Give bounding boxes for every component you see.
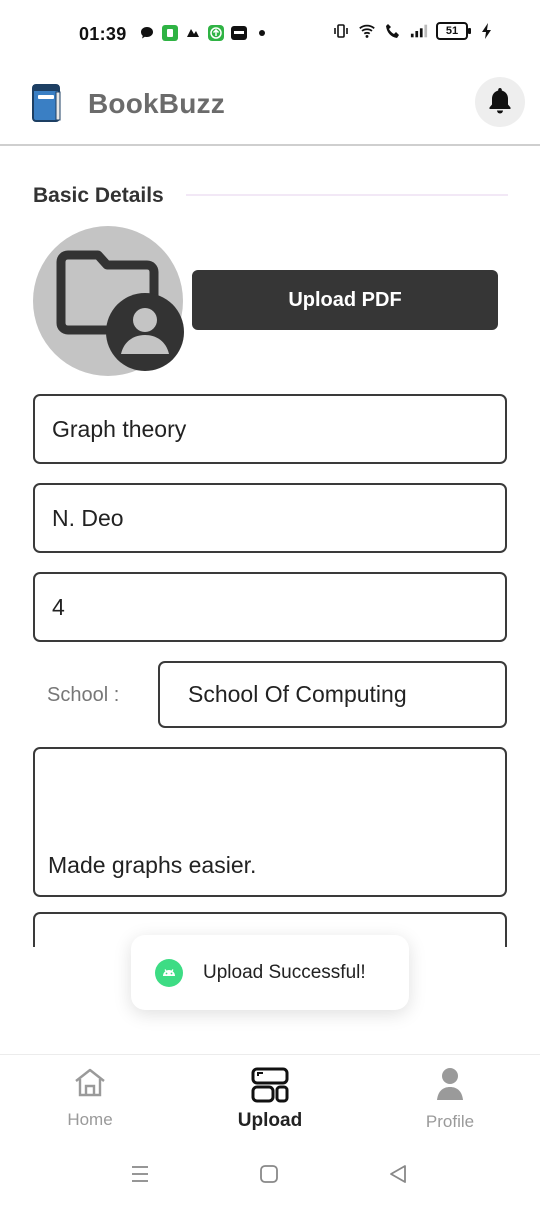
semester-value: 4	[52, 593, 65, 620]
android-icon	[155, 958, 183, 987]
system-nav	[0, 1144, 540, 1206]
upload-layout-icon	[251, 1067, 289, 1108]
signal-icon	[410, 22, 428, 40]
home-square-icon[interactable]	[257, 1162, 281, 1186]
description-textarea[interactable]: Made graphs easier.	[33, 747, 507, 897]
app-icon	[161, 24, 179, 42]
charging-icon	[478, 22, 496, 40]
person-icon	[434, 1067, 466, 1106]
author-value: N. Deo	[52, 504, 124, 531]
app-header: BookBuzz	[0, 68, 540, 146]
toast-message: Upload Successful!	[203, 961, 366, 983]
app-icon	[230, 24, 248, 42]
bell-icon	[487, 86, 513, 119]
section-divider	[186, 194, 508, 196]
wifi-icon	[358, 22, 376, 40]
notification-button[interactable]	[475, 77, 525, 127]
nav-profile[interactable]: Profile	[390, 1067, 510, 1132]
school-value: School Of Computing	[188, 681, 407, 707]
chat-icon	[138, 24, 156, 42]
status-time: 01:39	[79, 24, 127, 44]
menu-icon[interactable]	[128, 1162, 152, 1186]
vibrate-icon	[332, 22, 350, 40]
status-bar: 01:39 51	[0, 0, 540, 68]
upload-pdf-button[interactable]: Upload PDF	[192, 270, 498, 330]
section-title: Basic Details	[33, 184, 164, 207]
home-icon	[73, 1067, 107, 1104]
nav-home-label: Home	[67, 1110, 113, 1129]
book-title-input[interactable]: Graph theory	[33, 394, 507, 464]
call-icon	[384, 22, 402, 40]
upload-icon	[207, 24, 225, 42]
nav-profile-label: Profile	[425, 1112, 475, 1131]
app-icon	[184, 24, 202, 42]
status-icons-right: 51	[332, 22, 496, 40]
author-input[interactable]: N. Deo	[33, 483, 507, 553]
back-icon[interactable]	[386, 1162, 410, 1186]
nav-upload[interactable]: Upload	[210, 1067, 330, 1132]
nav-upload-label: Upload	[237, 1110, 303, 1131]
book-icon	[32, 84, 62, 122]
book-title-value: Graph theory	[52, 415, 187, 442]
status-icons-left	[138, 24, 271, 42]
battery-icon: 51	[436, 22, 471, 40]
school-select[interactable]: School Of Computing	[158, 661, 507, 728]
pdf-preview-avatar[interactable]	[33, 226, 184, 376]
upload-toast: Upload Successful!	[131, 935, 409, 1010]
school-label: School :	[47, 684, 120, 706]
nav-home[interactable]: Home	[30, 1067, 150, 1130]
bottom-nav: Home Upload Profile	[0, 1054, 540, 1144]
dot-icon	[253, 24, 271, 42]
semester-input[interactable]: 4	[33, 572, 507, 642]
description-value: Made graphs easier.	[48, 852, 257, 878]
app-title: BookBuzz	[88, 88, 225, 119]
